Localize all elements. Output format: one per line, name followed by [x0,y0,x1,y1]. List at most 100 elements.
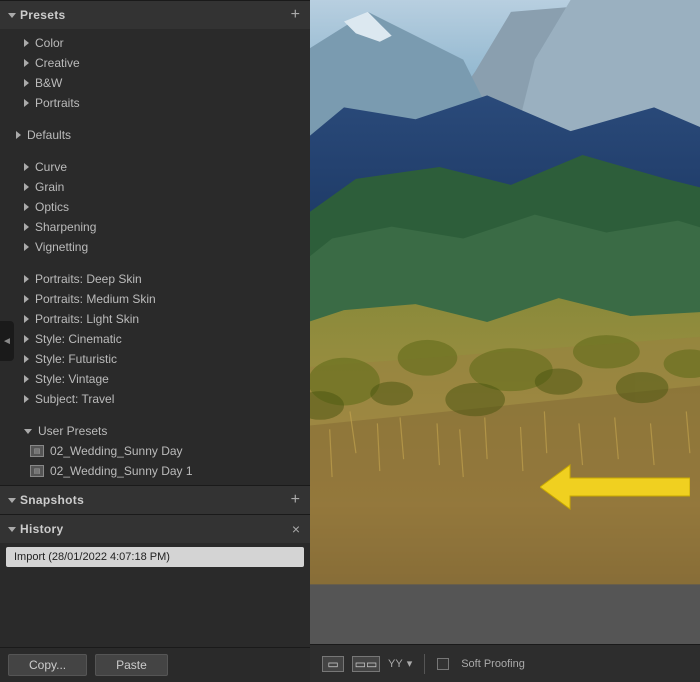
vignetting-expand-icon [24,243,29,251]
preset-item-defaults[interactable]: Defaults [0,125,310,145]
preset-item-style-futuristic[interactable]: Style: Futuristic [0,349,310,369]
presets-defaults-group: Defaults [0,123,310,147]
presets-main-group: Color Creative B&W Portraits [0,31,310,115]
snapshots-add-button[interactable]: + [291,492,300,508]
style-vintage-expand-icon [24,375,29,383]
snapshots-header[interactable]: Snapshots + [0,485,310,514]
portraits-light-expand-icon [24,315,29,323]
color-expand-icon [24,39,29,47]
right-panel: ▭ ▭▭ YY ▾ Soft Proofing [310,0,700,682]
compare-icon[interactable]: ▭▭ [352,656,380,672]
history-title: History [20,522,63,536]
preset-label-portraits-deep: Portraits: Deep Skin [35,272,142,286]
divider-2 [0,147,310,155]
preset-label-sharpening: Sharpening [35,220,96,234]
defaults-expand-icon [16,131,21,139]
view-mode-icon[interactable]: ▭ [322,656,344,672]
bottom-separator [424,654,425,674]
left-panel-content: Presets + Color Creative [0,0,310,682]
portraits-deep-expand-icon [24,275,29,283]
left-panel: ◄ Presets + Color [0,0,310,682]
preset-item-color[interactable]: Color [0,33,310,53]
preset-label-style-vintage: Style: Vintage [35,372,109,386]
presets-header-left: Presets [8,8,65,22]
user-preset-item-2[interactable]: ▤ 02_Wedding_Sunny Day 1 [0,461,310,481]
preset-label-creative: Creative [35,56,80,70]
preset-item-curve[interactable]: Curve [0,157,310,177]
collapse-panel-button[interactable]: ◄ [0,321,14,361]
history-header[interactable]: History × [0,514,310,543]
preset-item-vignetting[interactable]: Vignetting [0,237,310,257]
creative-expand-icon [24,59,29,67]
history-header-right: × [292,521,300,537]
grain-expand-icon [24,183,29,191]
soft-proofing-checkbox[interactable] [437,658,449,670]
right-bottom-bar: ▭ ▭▭ YY ▾ Soft Proofing [310,644,700,682]
bw-expand-icon [24,79,29,87]
preset-item-bw[interactable]: B&W [0,73,310,93]
preset-label-color: Color [35,36,64,50]
subject-travel-expand-icon [24,395,29,403]
preset-label-defaults: Defaults [27,128,71,142]
format-arrow: ▾ [407,657,413,670]
user-preset-item-1[interactable]: ▤ 02_Wedding_Sunny Day [0,441,310,461]
bottom-toolbar: Copy... Paste [0,647,310,682]
preset-file-icon-1: ▤ [30,445,44,457]
snapshots-section: Snapshots + [0,485,310,514]
presets-title: Presets [20,8,65,22]
presets-header[interactable]: Presets + [0,0,310,29]
divider-3 [0,259,310,267]
history-close-button[interactable]: × [292,521,300,537]
preset-item-sharpening[interactable]: Sharpening [0,217,310,237]
preset-item-portraits[interactable]: Portraits [0,93,310,113]
presets-section: Presets + Color Creative [0,0,310,485]
preset-label-style-futuristic: Style: Futuristic [35,352,117,366]
preset-item-style-cinematic[interactable]: Style: Cinematic [0,329,310,349]
preset-label-grain: Grain [35,180,64,194]
landscape-svg [310,0,700,644]
image-area [310,0,700,644]
preset-item-portraits-deep[interactable]: Portraits: Deep Skin [0,269,310,289]
preset-label-portraits-light: Portraits: Light Skin [35,312,139,326]
divider-4 [0,411,310,419]
paste-button[interactable]: Paste [95,654,168,676]
sharpening-expand-icon [24,223,29,231]
portraits-medium-expand-icon [24,295,29,303]
preset-item-portraits-light[interactable]: Portraits: Light Skin [0,309,310,329]
style-cinematic-expand-icon [24,335,29,343]
preset-label-user-presets: User Presets [38,424,107,438]
preset-item-grain[interactable]: Grain [0,177,310,197]
user-preset-label-1: 02_Wedding_Sunny Day [50,444,183,458]
preset-item-portraits-medium[interactable]: Portraits: Medium Skin [0,289,310,309]
history-header-left: History [8,522,63,536]
presets-content: Color Creative B&W Portraits [0,29,310,485]
user-presets-group: User Presets ▤ 02_Wedding_Sunny Day ▤ 02… [0,419,310,483]
soft-proofing-label: Soft Proofing [461,658,525,670]
curve-expand-icon [24,163,29,171]
style-futuristic-expand-icon [24,355,29,363]
preset-item-creative[interactable]: Creative [0,53,310,73]
preset-label-vignetting: Vignetting [35,240,88,254]
presets-style-group: Portraits: Deep Skin Portraits: Medium S… [0,267,310,411]
snapshots-collapse-icon [8,498,16,503]
user-presets-expand-icon [24,429,32,434]
preset-item-user-presets[interactable]: User Presets [0,421,310,441]
preset-label-optics: Optics [35,200,69,214]
format-label: YY [388,658,403,670]
preset-label-bw: B&W [35,76,62,90]
preset-label-portraits-medium: Portraits: Medium Skin [35,292,156,306]
preset-label-portraits: Portraits [35,96,80,110]
preset-item-optics[interactable]: Optics [0,197,310,217]
copy-button[interactable]: Copy... [8,654,87,676]
history-collapse-icon [8,527,16,532]
snapshots-title: Snapshots [20,493,84,507]
presets-collapse-icon [8,13,16,18]
snapshots-header-left: Snapshots [8,493,84,507]
history-item-1[interactable]: Import (28/01/2022 4:07:18 PM) [6,547,304,567]
history-section: History × Import (28/01/2022 4:07:18 PM) [0,514,310,571]
presets-add-button[interactable]: + [291,7,300,23]
preset-item-style-vintage[interactable]: Style: Vintage [0,369,310,389]
preset-item-subject-travel[interactable]: Subject: Travel [0,389,310,409]
optics-expand-icon [24,203,29,211]
presets-curve-group: Curve Grain Optics Sharpening [0,155,310,259]
